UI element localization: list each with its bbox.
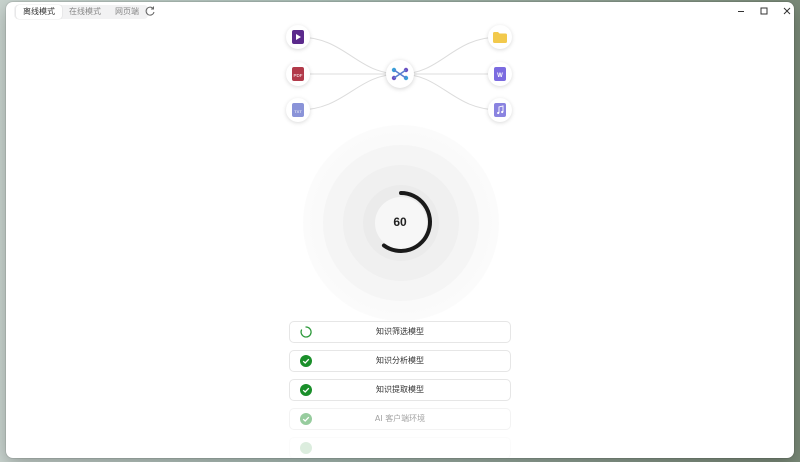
network-hub-icon [391,67,409,81]
word-badge: W [497,73,503,79]
step-item: 知识分析模型 [289,350,511,372]
app-window: 离线模式 在线模式 网页端 PDF TXT W 60 知识筛选模型 知识分析模型… [6,2,794,458]
word-file-icon: W [494,67,506,81]
folder-node [488,25,512,49]
txt-file-icon: TXT [292,103,304,117]
step-label: AI 客户端环境 [374,414,426,423]
txt-badge: TXT [294,109,302,114]
step-label: 知识提取模型 [376,385,424,394]
word-file-node: W [488,62,512,86]
video-file-icon [292,30,304,44]
audio-file-node [488,98,512,122]
txt-file-node: TXT [286,98,310,122]
step-item-faded [289,437,511,458]
step-item: 知识提取模型 [289,379,511,401]
check-circle-icon [300,442,312,454]
pdf-file-node: PDF [286,62,310,86]
pdf-file-icon: PDF [292,67,304,81]
hub-node [386,60,414,88]
folder-icon [493,31,507,43]
audio-file-icon [494,103,506,117]
step-item: 知识筛选模型 [289,321,511,343]
video-file-node [286,25,310,49]
progress-value: 60 [393,215,407,229]
step-item: AI 客户端环境 [289,408,511,430]
step-label: 知识分析模型 [376,356,424,365]
pdf-badge: PDF [294,73,303,78]
step-label: 知识筛选模型 [376,327,424,336]
